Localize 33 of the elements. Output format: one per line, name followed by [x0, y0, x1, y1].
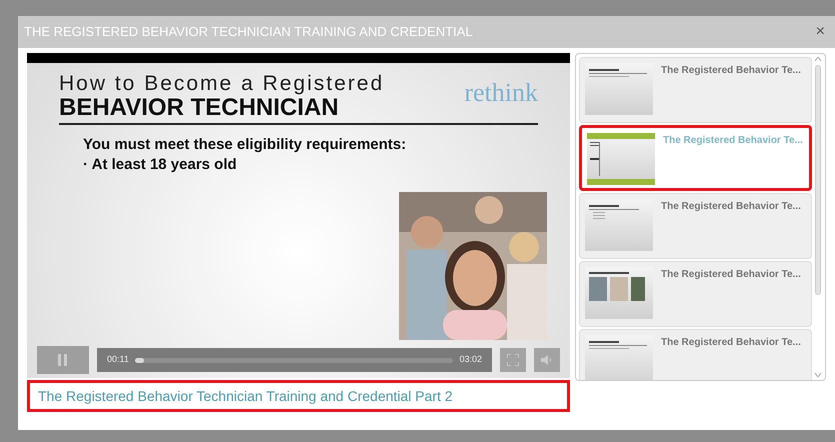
elapsed-time: 00:11	[107, 353, 129, 366]
slide-text: · At least 18 years old	[83, 155, 238, 175]
playlist-item[interactable]: The Registered Behavior Te...	[579, 125, 812, 191]
scroll-down-icon	[815, 373, 821, 377]
slide-text: You must meet these eligibility requirements:	[83, 135, 408, 155]
fullscreen-button[interactable]	[500, 348, 526, 372]
pause-button[interactable]	[37, 346, 89, 374]
playlist-item-title: The Registered Behavior Te...	[661, 336, 801, 350]
volume-button[interactable]	[534, 348, 560, 372]
pause-icon	[58, 354, 68, 366]
volume-icon	[541, 354, 553, 366]
logo: rethink	[464, 77, 538, 109]
fullscreen-icon	[507, 354, 519, 366]
slide-thumbnail	[585, 63, 653, 115]
slide-subtitle: How to Become a Registered	[59, 73, 384, 95]
slide-thumbnail	[585, 267, 653, 319]
progress-track[interactable]	[134, 358, 454, 362]
slide-thumbnail	[587, 133, 655, 185]
slide-title: BEHAVIOR TECHNICIAN	[59, 95, 339, 121]
playlist-item-title: The Registered Behavior Te...	[661, 200, 801, 214]
playlist-item[interactable]: The Registered Behavior Te...	[579, 193, 812, 259]
playlist-item[interactable]: The Registered Behavior Te...	[579, 261, 812, 327]
scroll-up-icon	[815, 57, 821, 61]
playlist-item-title: The Registered Behavior Te...	[663, 134, 803, 148]
close-button[interactable]: ×	[812, 20, 829, 44]
playlist-item-title: The Registered Behavior Te...	[661, 268, 801, 282]
playlist-item[interactable]: The Registered Behavior Te...	[579, 57, 812, 123]
playlist-item-title: The Registered Behavior Te...	[661, 64, 801, 78]
slide-thumbnail	[585, 199, 653, 251]
slide-thumbnail	[585, 335, 653, 380]
video-title-link[interactable]: The Registered Behavior Technician Training and Credential Part 2	[38, 386, 453, 406]
duration: 03:02	[459, 353, 482, 366]
playlist-item[interactable]: The Registered Behavior Te...	[579, 329, 812, 380]
